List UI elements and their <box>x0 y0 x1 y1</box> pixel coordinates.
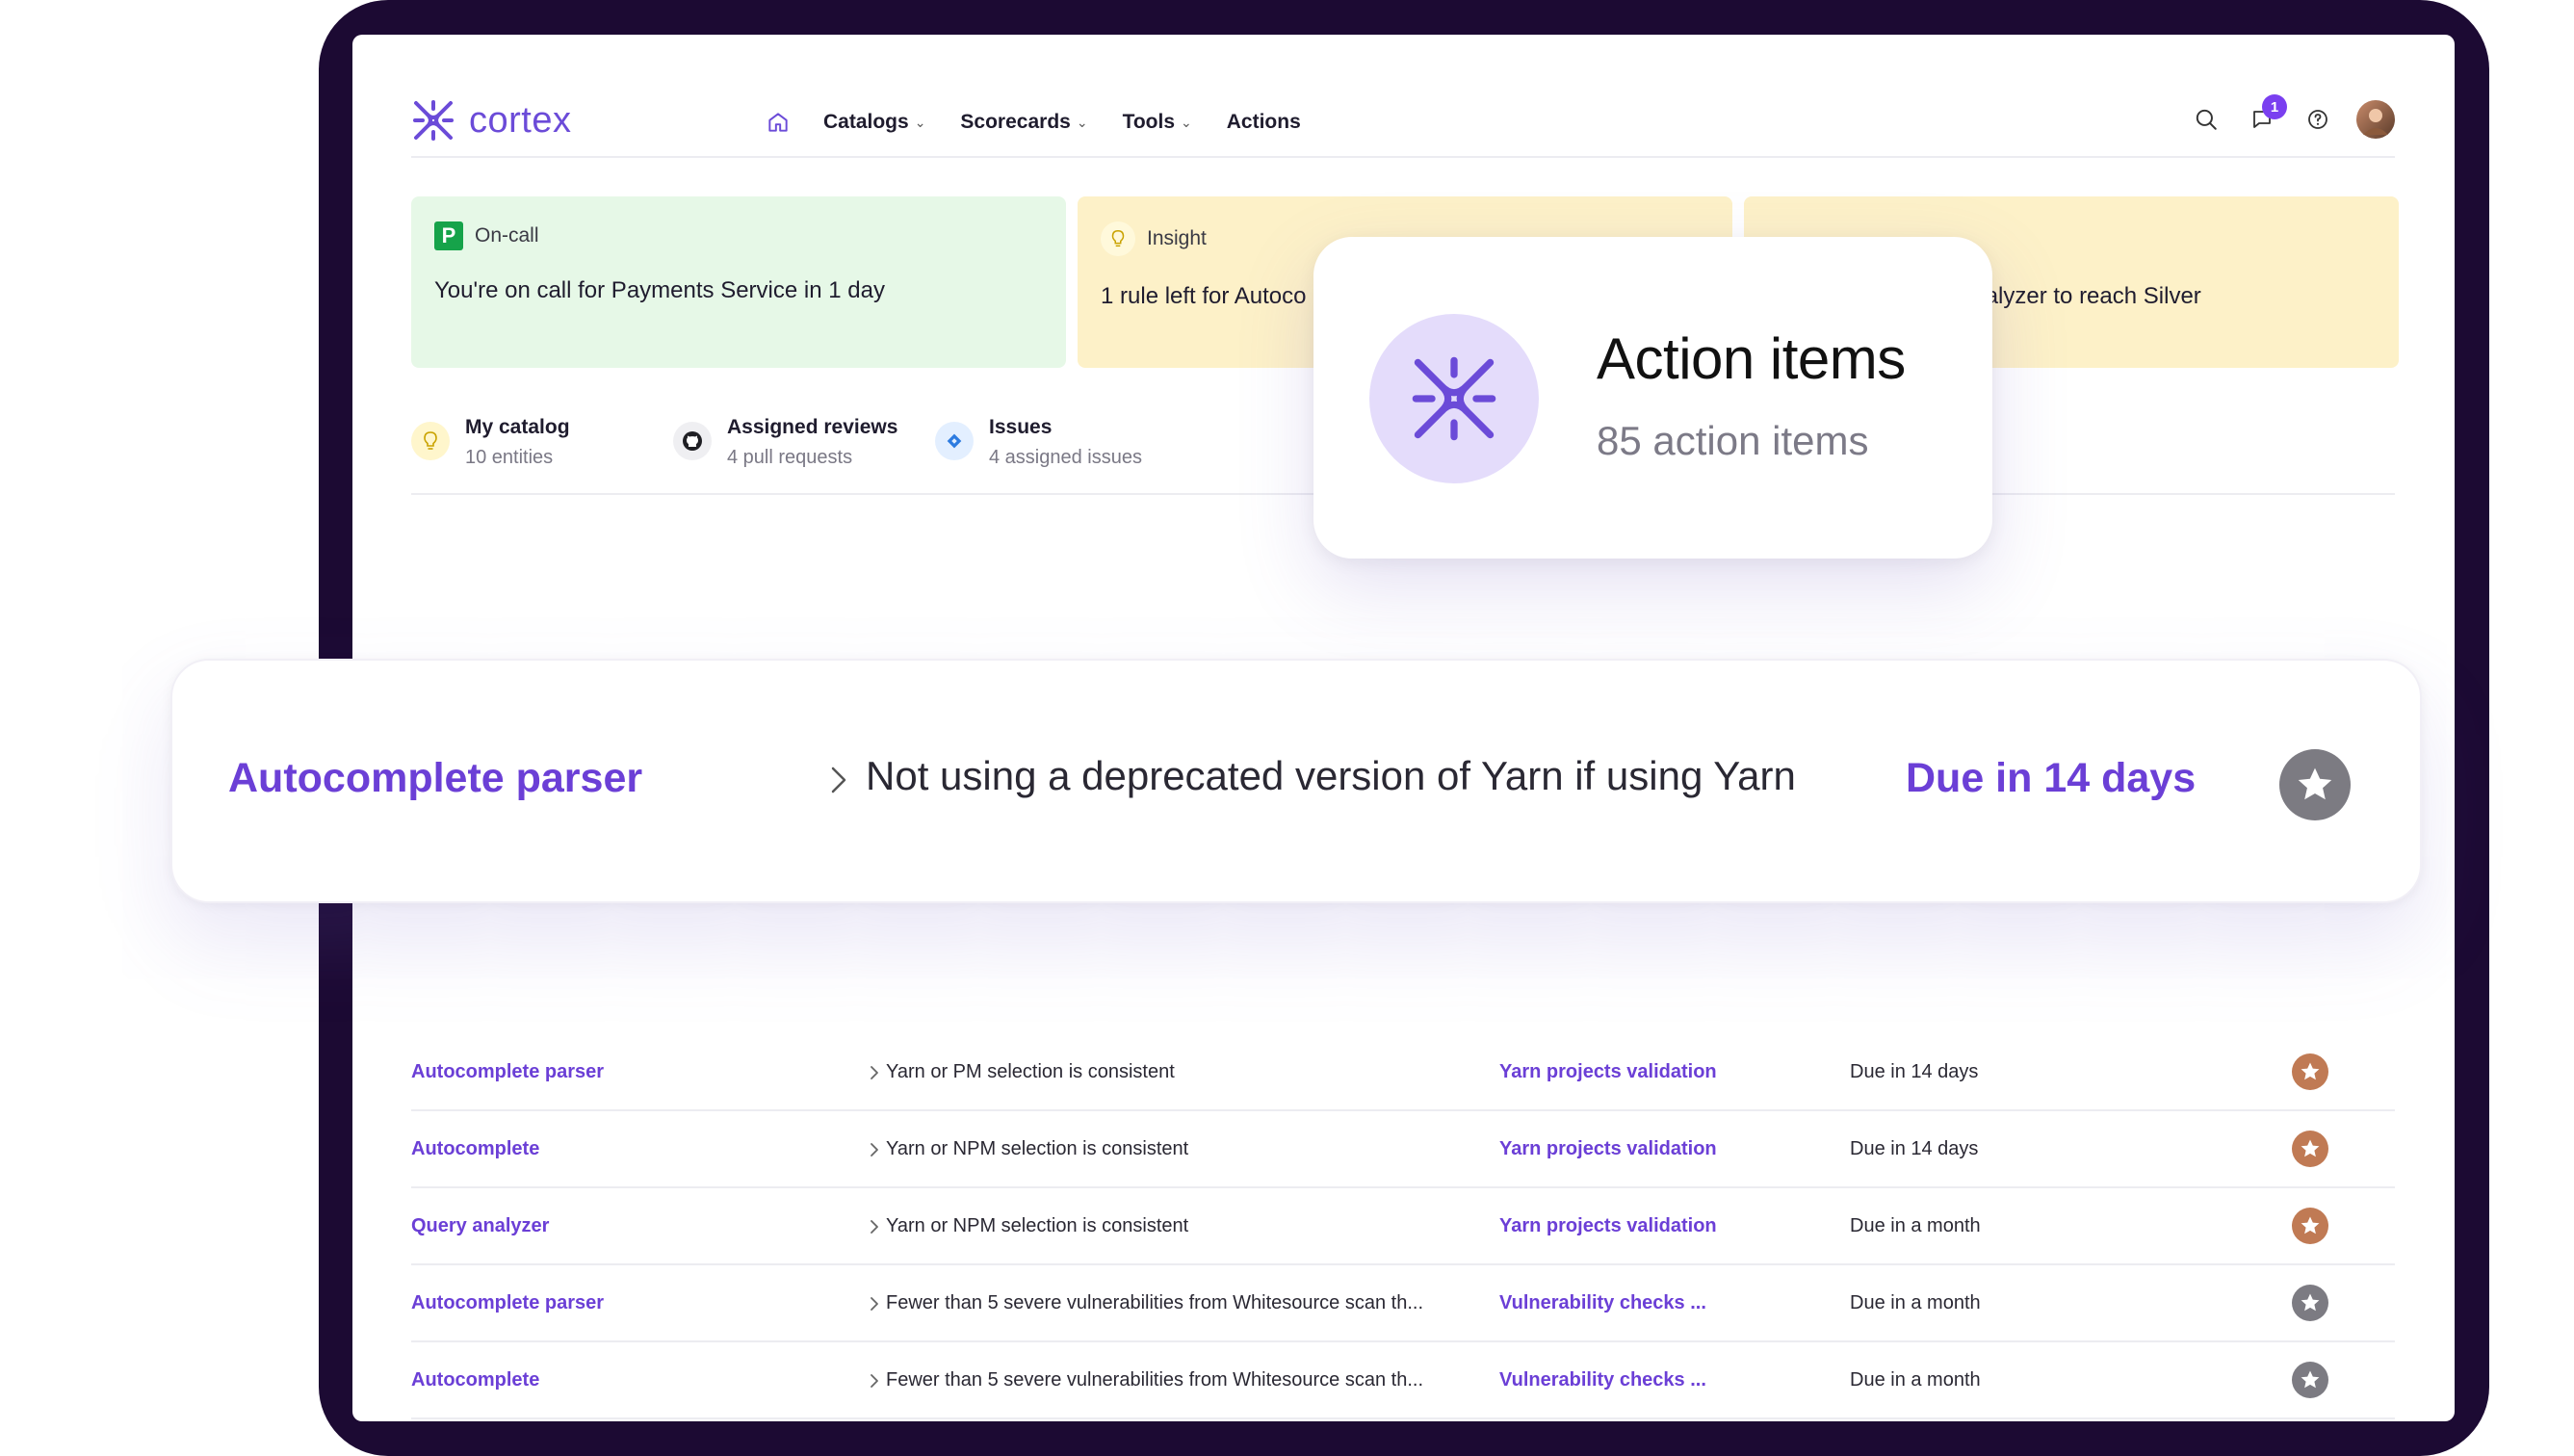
stat-subtitle: 10 entities <box>465 447 554 468</box>
chevron-right-icon <box>831 767 846 793</box>
notification-badge: 1 <box>2262 94 2287 119</box>
nav-tools[interactable]: Tools ⌄ <box>1123 111 1192 134</box>
popup-title: Action items <box>1597 326 1906 391</box>
scorecard-link[interactable]: Yarn projects validation <box>1499 1061 1717 1083</box>
nav-scorecards[interactable]: Scorecards ⌄ <box>960 111 1087 134</box>
cortex-logo-icon <box>1369 314 1539 483</box>
entity-link[interactable]: Autocomplete <box>411 1369 539 1391</box>
table-row[interactable]: Autocomplete parser Yarn or PM selection … <box>411 1034 2395 1111</box>
stat-assigned-reviews[interactable]: Assigned reviews 4 pull requests <box>673 416 935 493</box>
entity-link[interactable]: Autocomplete parser <box>411 1061 604 1083</box>
entity-link[interactable]: Autocomplete parser <box>411 1292 604 1314</box>
scorecard-link[interactable]: Vulnerability checks ... <box>1499 1292 1706 1314</box>
due-date: Due in 14 days <box>1850 1061 1979 1082</box>
scorecard-link[interactable]: Yarn projects validation <box>1499 1138 1717 1160</box>
main-nav: Catalogs ⌄ Scorecards ⌄ Tools ⌄ Actions <box>766 110 1336 135</box>
logo[interactable]: cortex <box>411 98 571 143</box>
card-text: You're on call for Payments Service in 1… <box>434 277 885 303</box>
stat-my-catalog[interactable]: My catalog 10 entities <box>411 416 673 493</box>
oncall-card[interactable]: P On-call You're on call for Payments Se… <box>411 196 1066 368</box>
stat-issues[interactable]: Issues 4 assigned issues <box>935 416 1197 493</box>
table-row[interactable]: Autocomplete Yarn or NPM selection is con… <box>411 1111 2395 1188</box>
rule-text: Yarn or NPM selection is consistent <box>886 1215 1189 1236</box>
chevron-right-icon[interactable] <box>868 1295 881 1318</box>
chevron-right-icon[interactable] <box>868 1218 881 1241</box>
jira-icon <box>935 422 974 460</box>
table-row[interactable]: Query analyzerFewer than 5 severe vulner… <box>411 1419 2395 1421</box>
header-actions: 1 <box>2189 94 2395 139</box>
nav-home[interactable] <box>766 110 791 135</box>
due-date: Due in 14 days <box>1850 1138 1979 1159</box>
entity-link[interactable]: Autocomplete parser <box>228 755 642 802</box>
level-star-icon <box>2279 749 2351 820</box>
user-avatar-icon <box>2363 109 2388 135</box>
nav-actions[interactable]: Actions <box>1227 111 1301 134</box>
rule-text: Fewer than 5 severe vulnerabilities from… <box>886 1369 1424 1391</box>
rule-text: Not using a deprecated version of Yarn i… <box>866 753 1796 798</box>
level-star-icon <box>2292 1131 2328 1167</box>
top-bar: cortex Catalogs ⌄ Scorecards ⌄ Tools ⌄ Acti… <box>411 64 2395 158</box>
chevron-down-icon: ⌄ <box>914 114 926 130</box>
search-button[interactable] <box>2189 102 2223 137</box>
github-icon <box>673 422 712 460</box>
action-items-table: Autocomplete parser Yarn or PM selection … <box>411 1034 2395 1421</box>
cortex-logo-icon <box>413 100 454 141</box>
table-row[interactable]: Autocomplete parser Fewer than 5 severe v… <box>411 1265 2395 1342</box>
table-row[interactable]: Query analyzer Yarn or NPM selection is c… <box>411 1188 2395 1265</box>
scorecard-link[interactable]: Yarn projects validation <box>1499 1215 1717 1237</box>
due-date: Due in 14 days <box>1906 755 2197 801</box>
chevron-right-icon[interactable] <box>868 1372 881 1395</box>
rule-text: Yarn or PM selection is consistent <box>886 1061 1175 1082</box>
level-star-icon <box>2292 1362 2328 1398</box>
action-items-popup[interactable]: Action items 85 action items <box>1313 237 1992 559</box>
logo-text: cortex <box>469 99 572 141</box>
help-button[interactable] <box>2301 102 2335 137</box>
pagerduty-icon: P <box>434 221 463 250</box>
home-icon <box>768 113 788 132</box>
level-star-icon <box>2292 1285 2328 1321</box>
card-label: P On-call <box>434 221 1043 250</box>
help-icon <box>2308 110 2327 129</box>
stat-subtitle: 4 pull requests <box>727 447 853 468</box>
entity-link[interactable]: Autocomplete <box>411 1138 539 1160</box>
nav-catalogs[interactable]: Catalogs ⌄ <box>823 111 925 134</box>
stat-title: Issues <box>989 416 1053 438</box>
level-star-icon <box>2292 1208 2328 1244</box>
scorecard-link[interactable]: Vulnerability checks ... <box>1499 1369 1706 1391</box>
table-row[interactable]: Autocomplete Fewer than 5 severe vulnerab… <box>411 1342 2395 1419</box>
level-star-icon <box>2292 1053 2328 1090</box>
popup-subtitle: 85 action items <box>1597 418 1869 463</box>
stat-title: My catalog <box>465 416 570 438</box>
search-icon <box>2196 109 2217 130</box>
due-date: Due in a month <box>1850 1292 1981 1313</box>
lightbulb-icon <box>1101 221 1135 256</box>
chevron-right-icon[interactable] <box>868 1064 881 1087</box>
highlighted-action-row[interactable]: Autocomplete parser Not using a deprecat… <box>170 659 2422 903</box>
due-date: Due in a month <box>1850 1215 1981 1236</box>
stat-subtitle: 4 assigned issues <box>989 447 1142 468</box>
notifications-button[interactable]: 1 <box>2245 94 2287 137</box>
entity-link[interactable]: Query analyzer <box>411 1215 549 1237</box>
chevron-down-icon: ⌄ <box>1076 114 1088 130</box>
due-date: Due in a month <box>1850 1369 1981 1391</box>
rule-text: Yarn or NPM selection is consistent <box>886 1138 1189 1159</box>
chevron-down-icon: ⌄ <box>1181 114 1192 130</box>
avatar[interactable] <box>2356 100 2395 139</box>
chevron-right-icon[interactable] <box>868 1141 881 1164</box>
lightbulb-icon <box>411 422 450 460</box>
stat-title: Assigned reviews <box>727 416 898 438</box>
rule-text: Fewer than 5 severe vulnerabilities from… <box>886 1292 1424 1313</box>
